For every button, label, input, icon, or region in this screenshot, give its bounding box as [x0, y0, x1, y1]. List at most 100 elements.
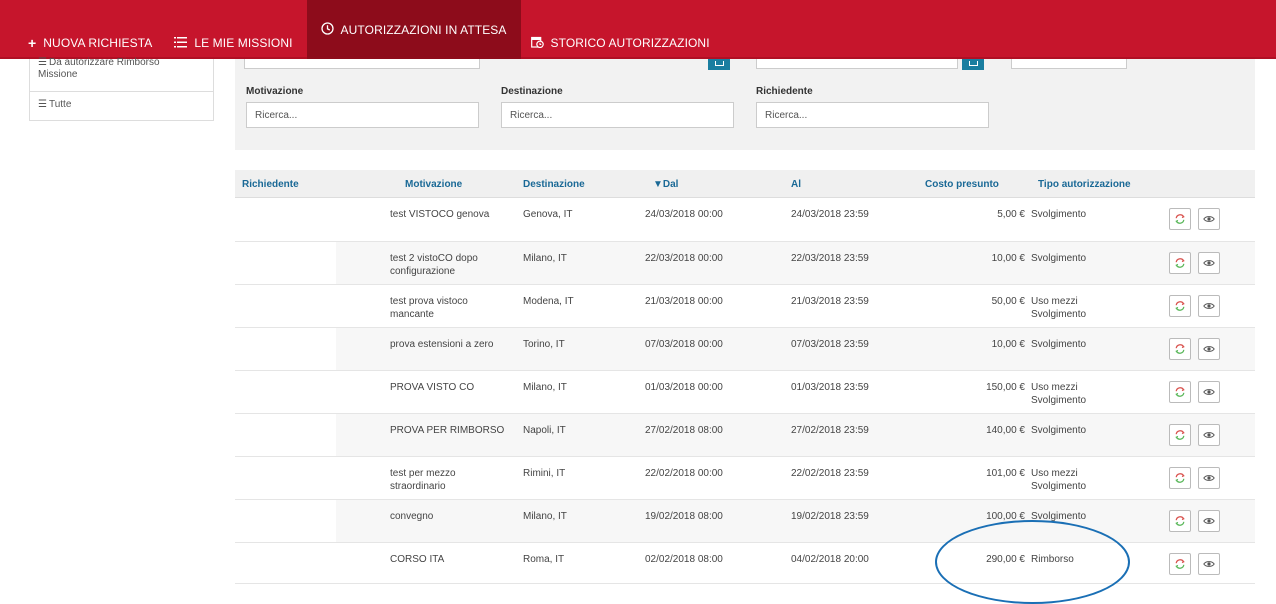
clock-icon	[320, 21, 334, 38]
list-icon	[174, 35, 188, 51]
richiedente-search-input[interactable]: Ricerca...	[756, 102, 989, 128]
table-body: test VISTOCO genova Genova, IT 24/03/2018 …	[235, 198, 1255, 584]
destinazione-cell: Milano, IT	[523, 253, 567, 264]
authorize-button[interactable]	[1169, 424, 1191, 446]
view-button[interactable]	[1198, 553, 1220, 575]
sidebar-item-da-autorizzare[interactable]: ☰ Da autorizzare Rimborso Missione	[30, 57, 206, 81]
motivazione-cell: PROVA VISTO CO	[390, 382, 475, 393]
richiedente-cell	[235, 457, 336, 499]
col-tipo[interactable]: Tipo autorizzazione	[1038, 179, 1131, 190]
eye-icon	[1203, 561, 1215, 567]
sidebar-item-tutte[interactable]: ☰ Tutte	[30, 99, 79, 111]
destinazione-search-input[interactable]: Ricerca...	[501, 102, 734, 128]
sidebar: ☰ Da autorizzare Rimborso Missione ☰ Tutte	[29, 57, 214, 121]
eye-icon	[1203, 260, 1215, 266]
cost-field[interactable]	[1011, 59, 1127, 69]
view-button[interactable]	[1198, 381, 1220, 403]
costo-cell: 150,00 €	[986, 382, 1025, 393]
richiedente-label: Richiedente	[756, 86, 813, 97]
dal-cell: 21/03/2018 00:00	[645, 296, 723, 307]
nav-le-mie-missioni[interactable]: LE MIE MISSIONI	[166, 31, 300, 55]
eye-icon	[1203, 389, 1215, 395]
col-costo[interactable]: Costo presunto	[925, 179, 999, 190]
destinazione-cell: Milano, IT	[523, 511, 567, 522]
destinazione-label: Destinazione	[501, 86, 563, 97]
sidebar-item-label: Tutte	[48, 99, 72, 110]
dal-cell: 24/03/2018 00:00	[645, 209, 723, 220]
motivazione-search-input[interactable]: Ricerca...	[246, 102, 479, 128]
date-to-field[interactable]	[756, 59, 958, 69]
tipo-cell: Svolgimento	[1031, 425, 1087, 436]
motivazione-cell: test 2 vistoCO dopo configurazione	[390, 253, 478, 277]
view-button[interactable]	[1198, 338, 1220, 360]
table-row[interactable]: test 2 vistoCO dopo configurazione Milano…	[235, 242, 1255, 285]
costo-cell: 10,00 €	[991, 339, 1025, 350]
richiedente-cell	[235, 198, 336, 241]
authorize-button[interactable]	[1169, 338, 1191, 360]
filter-panel: Motivazione Destinazione Richiedente Ric…	[235, 59, 1255, 150]
col-motivazione[interactable]: Motivazione	[405, 179, 462, 190]
authorize-button[interactable]	[1169, 208, 1191, 230]
col-richiedente[interactable]: Richiedente	[242, 179, 299, 190]
highlight-circle	[935, 520, 1130, 604]
calendar-icon[interactable]	[708, 59, 730, 70]
motivazione-label: Motivazione	[246, 86, 304, 97]
richiedente-cell	[235, 285, 336, 327]
destinazione-cell: Milano, IT	[523, 382, 567, 393]
destinazione-cell: Torino, IT	[523, 339, 565, 350]
authorize-button[interactable]	[1169, 510, 1191, 532]
table-row[interactable]: test per mezzo straordinario Rimini, IT 22…	[235, 457, 1255, 500]
view-button[interactable]	[1198, 295, 1220, 317]
destinazione-cell: Modena, IT	[523, 296, 574, 307]
al-cell: 04/02/2018 20:00	[791, 554, 869, 565]
col-destinazione[interactable]: Destinazione	[523, 179, 585, 190]
al-cell: 19/02/2018 23:59	[791, 511, 869, 522]
table-row[interactable]: PROVA VISTO CO Milano, IT 01/03/2018 00:00…	[235, 371, 1255, 414]
dal-cell: 22/02/2018 00:00	[645, 468, 723, 479]
nav-storico-autorizzazioni[interactable]: STORICO AUTORIZZAZIONI	[523, 31, 718, 55]
history-icon	[530, 35, 544, 51]
authorize-button[interactable]	[1169, 553, 1191, 575]
top-navbar: + NUOVA RICHIESTA LE MIE MISSIONI AUTORI…	[0, 0, 1276, 59]
motivazione-cell: convegno	[390, 511, 434, 522]
view-button[interactable]	[1198, 510, 1220, 532]
view-button[interactable]	[1198, 467, 1220, 489]
al-cell: 22/02/2018 23:59	[791, 468, 869, 479]
table-row[interactable]: prova estensioni a zero Torino, IT 07/03/2…	[235, 328, 1255, 371]
col-dal[interactable]: ▼Dal	[653, 179, 678, 190]
motivazione-cell: test VISTOCO genova	[390, 209, 490, 220]
richiedente-cell	[235, 543, 336, 583]
richiedente-cell	[235, 414, 336, 456]
view-button[interactable]	[1198, 208, 1220, 230]
date-from-field[interactable]	[244, 59, 480, 69]
table-row[interactable]: test VISTOCO genova Genova, IT 24/03/2018 …	[235, 198, 1255, 242]
authorize-icon	[1175, 344, 1185, 354]
authorize-button[interactable]	[1169, 467, 1191, 489]
nav-autorizzazioni-in-attesa[interactable]: AUTORIZZAZIONI IN ATTESA	[306, 0, 521, 59]
richiedente-cell	[235, 242, 336, 284]
view-button[interactable]	[1198, 424, 1220, 446]
tipo-cell: Svolgimento	[1031, 253, 1087, 264]
costo-cell: 5,00 €	[997, 209, 1025, 220]
tipo-cell: Uso mezzi Svolgimento	[1031, 296, 1087, 320]
motivazione-cell: prova estensioni a zero	[390, 339, 494, 350]
authorize-button[interactable]	[1169, 252, 1191, 274]
calendar-icon[interactable]	[962, 59, 984, 70]
list-icon: ☰	[38, 99, 47, 110]
eye-icon	[1203, 518, 1215, 524]
table-row[interactable]: PROVA PER RIMBORSO Napoli, IT 27/02/2018 0…	[235, 414, 1255, 457]
al-cell: 27/02/2018 23:59	[791, 425, 869, 436]
authorize-button[interactable]	[1169, 295, 1191, 317]
nav-label: STORICO AUTORIZZAZIONI	[550, 36, 710, 50]
table-row[interactable]: test prova vistoco mancante Modena, IT 21/…	[235, 285, 1255, 328]
nav-nuova-richiesta[interactable]: + NUOVA RICHIESTA	[20, 31, 160, 55]
tipo-cell: Svolgimento	[1031, 209, 1087, 220]
col-al[interactable]: Al	[791, 179, 801, 190]
motivazione-cell: CORSO ITA	[390, 554, 445, 565]
authorize-button[interactable]	[1169, 381, 1191, 403]
nav-label: LE MIE MISSIONI	[194, 36, 293, 50]
costo-cell: 10,00 €	[991, 253, 1025, 264]
view-button[interactable]	[1198, 252, 1220, 274]
destinazione-cell: Roma, IT	[523, 554, 565, 565]
nav-label: NUOVA RICHIESTA	[43, 36, 153, 50]
